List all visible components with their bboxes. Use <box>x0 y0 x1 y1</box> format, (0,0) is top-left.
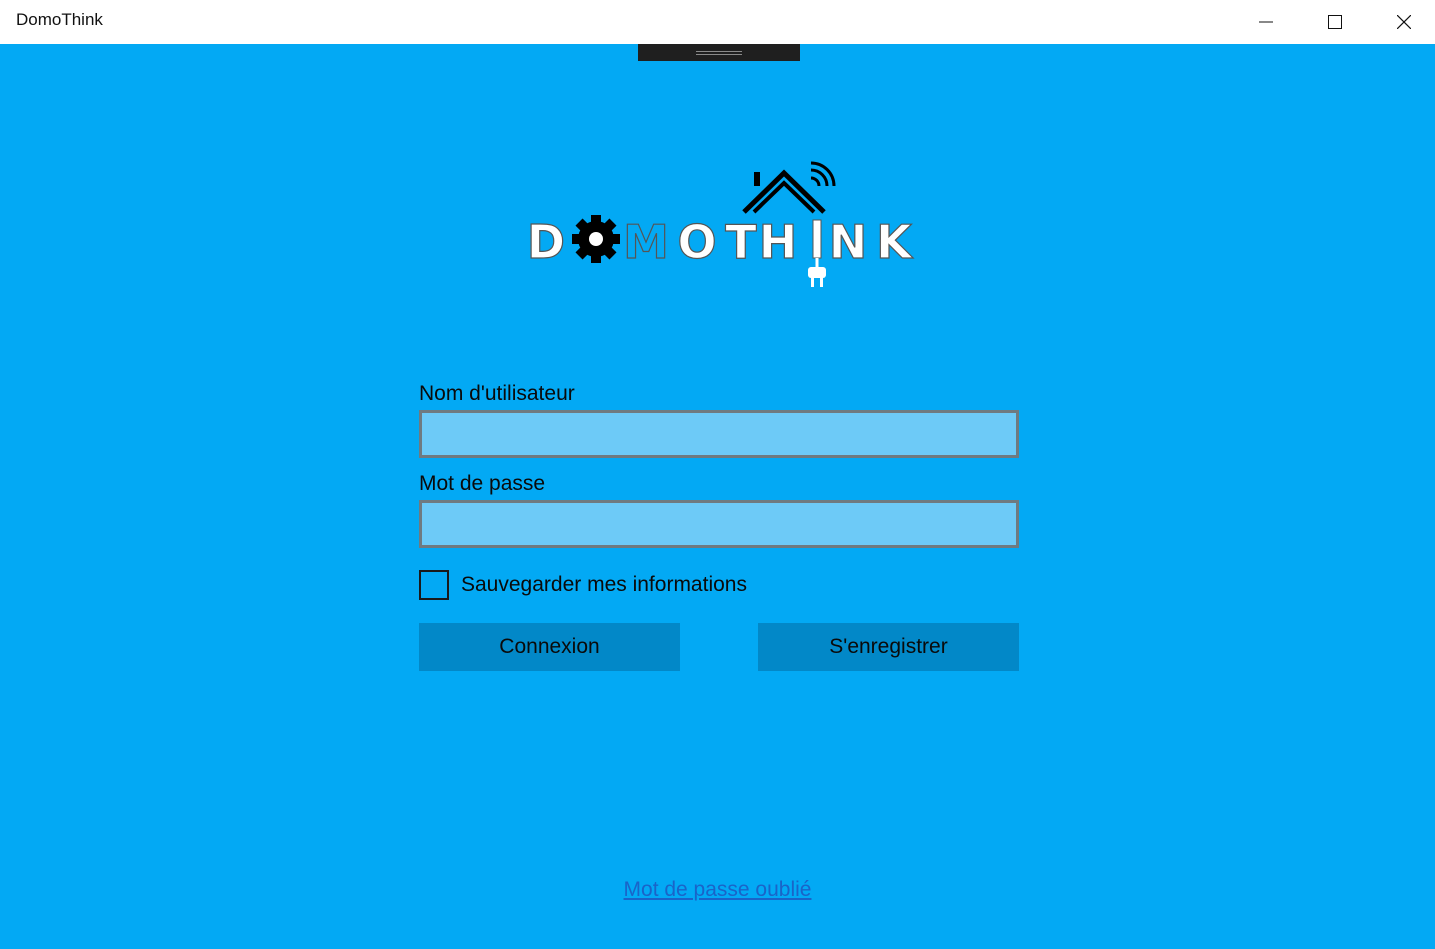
drag-handle[interactable] <box>638 44 800 61</box>
remember-me-checkbox[interactable] <box>419 569 449 600</box>
login-button[interactable]: Connexion <box>419 623 680 671</box>
maximize-button[interactable] <box>1301 0 1369 44</box>
username-label: Nom d'utilisateur <box>419 382 575 405</box>
username-input[interactable] <box>419 410 1019 458</box>
gear-icon <box>572 215 620 263</box>
domothink-logo: D M O T H N K <box>528 160 918 295</box>
title-bar: DomoThink <box>0 0 1435 44</box>
register-button[interactable]: S'enregistrer <box>758 623 1019 671</box>
svg-text:T: T <box>725 215 757 269</box>
minimize-icon <box>1259 21 1273 23</box>
close-button[interactable] <box>1370 0 1435 44</box>
grip-icon <box>696 50 742 55</box>
svg-text:M: M <box>623 215 669 269</box>
plug-icon <box>808 219 826 287</box>
close-icon <box>1397 15 1411 29</box>
window-title: DomoThink <box>16 10 103 29</box>
svg-text:O: O <box>677 215 716 269</box>
minimize-button[interactable] <box>1232 0 1300 44</box>
remember-me-checkbox-row[interactable]: Sauvegarder mes informations <box>419 569 747 600</box>
wifi-signal-icon <box>810 161 836 187</box>
svg-text:D: D <box>528 215 565 269</box>
svg-text:N: N <box>829 215 868 269</box>
password-label: Mot de passe <box>419 472 546 495</box>
password-input[interactable] <box>419 500 1019 548</box>
maximize-icon <box>1328 15 1342 29</box>
svg-text:K: K <box>876 215 914 269</box>
remember-me-label: Sauvegarder mes informations <box>461 572 747 596</box>
forgot-password-container: Mot de passe oublié <box>0 878 1435 902</box>
forgot-password-link[interactable]: Mot de passe oublié <box>624 878 812 901</box>
svg-text:H: H <box>759 215 798 269</box>
